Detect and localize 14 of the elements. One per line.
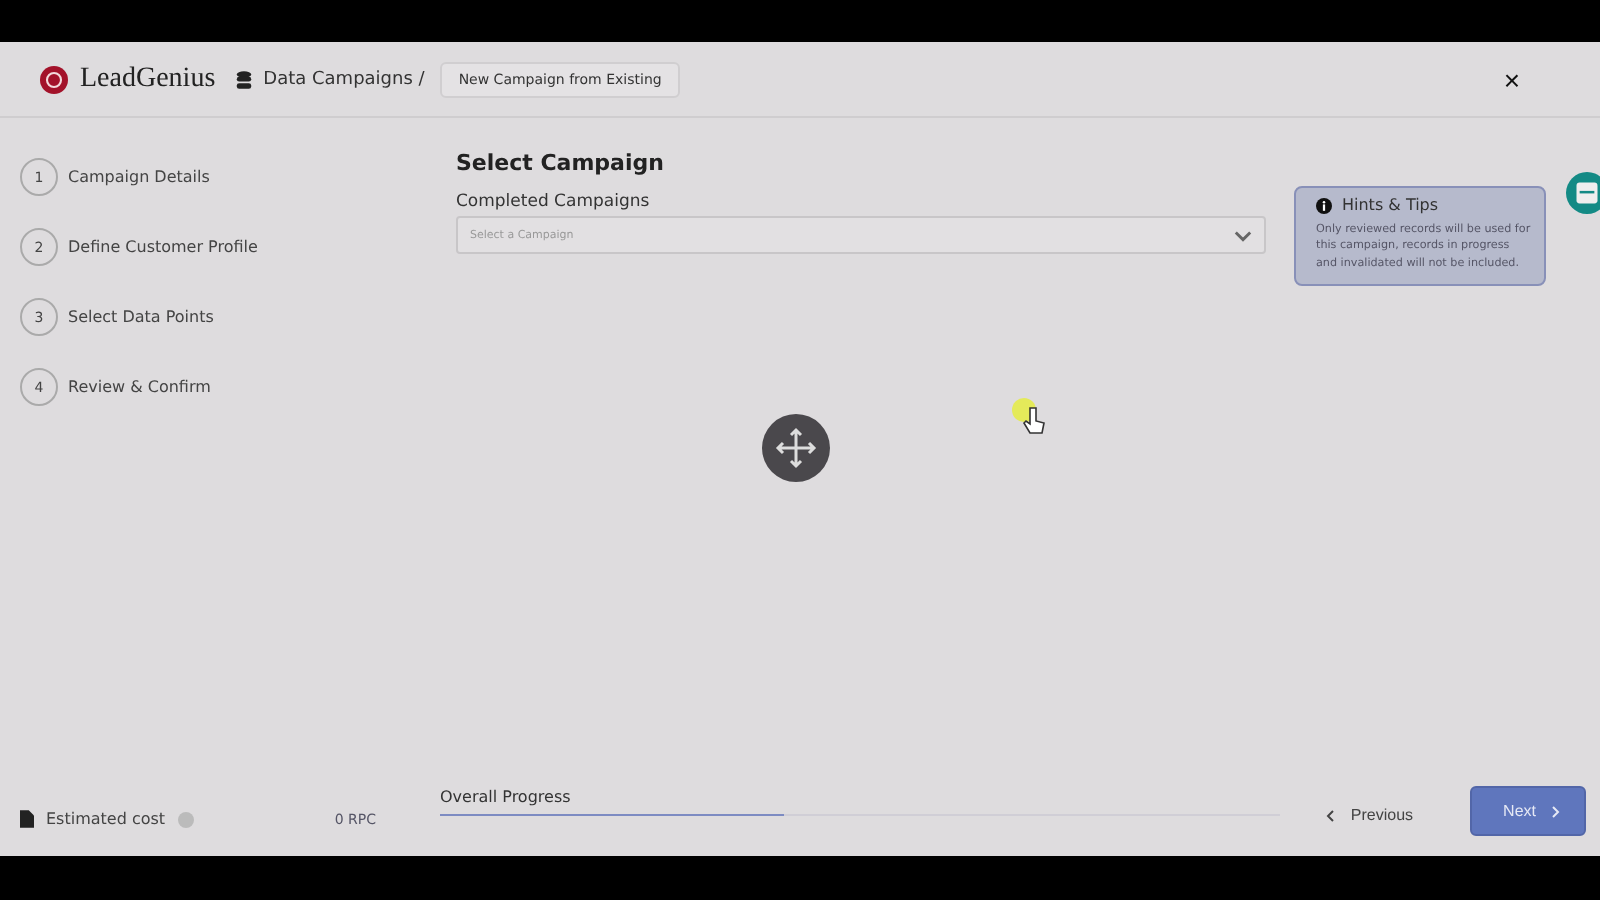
logo-text: LeadGenius: [80, 63, 216, 95]
previous-button[interactable]: Previous: [1306, 794, 1434, 836]
close-button[interactable]: ×: [1503, 63, 1520, 95]
section-title: Select Campaign: [456, 150, 666, 176]
progress-label: Overall Progress: [440, 788, 573, 806]
step-label[interactable]: Select Data Points: [68, 308, 214, 326]
step-label[interactable]: Define Customer Profile: [68, 238, 258, 256]
cost-label: Estimated cost: [46, 810, 166, 828]
next-button[interactable]: Next: [1469, 786, 1586, 836]
breadcrumb-link[interactable]: Data Campaigns /: [263, 69, 425, 89]
step-label[interactable]: Campaign Details: [68, 168, 210, 186]
hints-title: Hints & Tips: [1342, 196, 1439, 214]
field-label: Completed Campaigns: [456, 192, 652, 212]
step-label[interactable]: Review & Confirm: [68, 378, 211, 396]
